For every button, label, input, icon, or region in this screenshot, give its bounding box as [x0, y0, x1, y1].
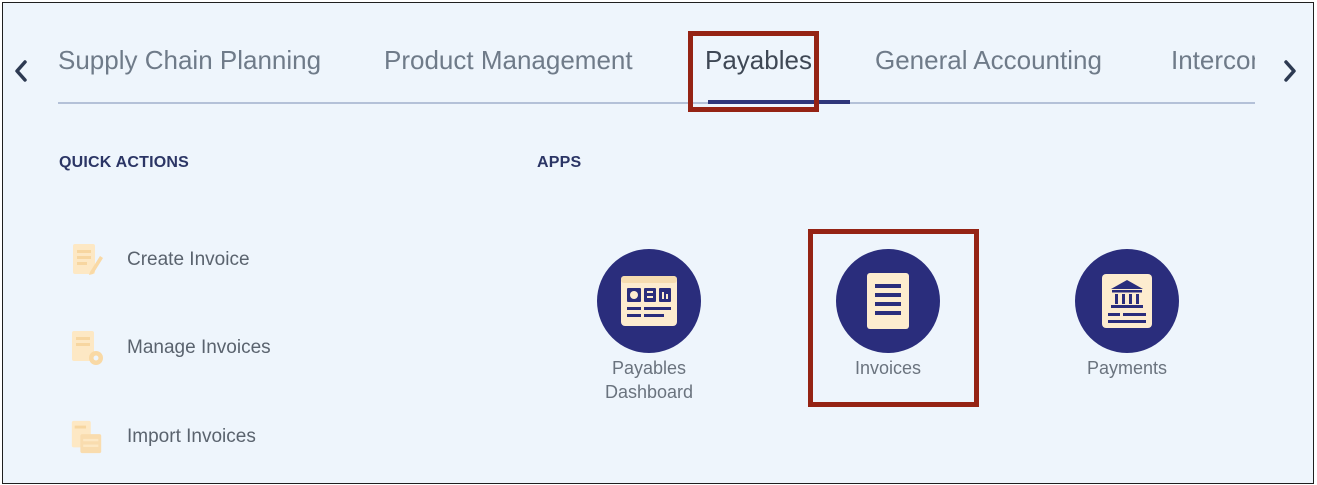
create-invoice-icon: [69, 240, 105, 280]
chevron-right-icon: [1284, 60, 1296, 82]
tab-supply-chain-planning[interactable]: Supply Chain Planning: [58, 45, 321, 85]
app-payables-dashboard-label: Payables Dashboard: [604, 358, 694, 402]
tab-product-management[interactable]: Product Management: [384, 45, 633, 85]
chevron-left-icon: [15, 60, 27, 82]
app-icon-circle: [597, 249, 701, 353]
manage-invoices-label: Manage Invoices: [127, 337, 271, 358]
quick-actions-heading: QUICK ACTIONS: [59, 154, 190, 171]
import-invoices-label: Import Invoices: [127, 426, 256, 447]
apps-heading: APPS: [537, 154, 582, 171]
quick-action-create-invoice[interactable]: Create Invoice: [69, 240, 250, 280]
invoices-app-highlight: [808, 229, 979, 407]
quick-action-manage-invoices[interactable]: Manage Invoices: [69, 328, 271, 368]
tab-general-accounting[interactable]: General Accounting: [875, 45, 1102, 85]
navigator-panel: Supply Chain Planning Product Management…: [2, 2, 1314, 484]
app-payables-dashboard[interactable]: Payables Dashboard: [569, 249, 729, 404]
scroll-right-button[interactable]: [1278, 53, 1302, 89]
manage-invoices-icon: [69, 328, 105, 368]
tab-intercompany[interactable]: Intercompany: [1171, 45, 1255, 85]
dashboard-icon: [621, 276, 677, 326]
app-payments[interactable]: Payments: [1047, 249, 1207, 380]
create-invoice-label: Create Invoice: [127, 249, 250, 270]
import-invoices-icon: [69, 417, 105, 457]
tab-bar-divider: [58, 102, 1255, 104]
app-icon-circle: [1075, 249, 1179, 353]
scroll-left-button[interactable]: [9, 53, 33, 89]
payables-tab-highlight: [688, 31, 819, 112]
app-payments-label: Payments: [1086, 358, 1168, 378]
quick-action-import-invoices[interactable]: Import Invoices: [69, 417, 256, 457]
bank-icon: [1102, 274, 1152, 328]
